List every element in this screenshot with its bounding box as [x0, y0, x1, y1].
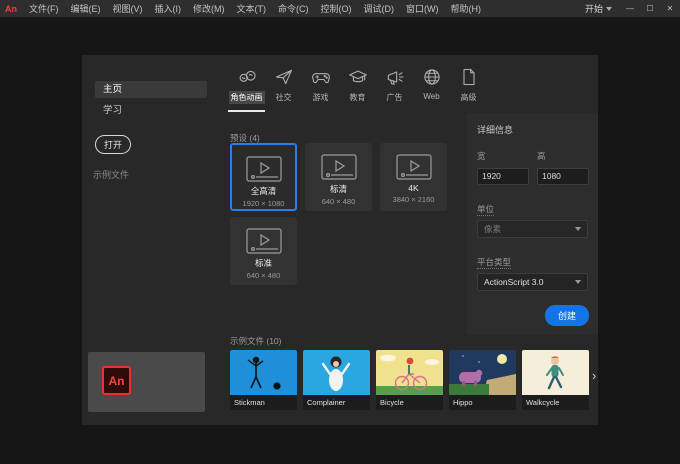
preset-dimensions: 1920 × 1080: [242, 199, 285, 208]
tab-character-animation[interactable]: 角色动画: [228, 63, 265, 112]
chevron-down-icon: [606, 6, 612, 11]
face-glasses-icon: [237, 67, 257, 87]
units-dropdown[interactable]: 像素: [477, 219, 588, 238]
close-button[interactable]: ✕: [660, 0, 680, 17]
preset-card-sd[interactable]: 标清 640 × 480: [305, 143, 372, 211]
units-value: 像素: [484, 223, 502, 234]
chevron-down-icon: [575, 226, 581, 231]
samples-scroll-right-button[interactable]: ›: [592, 368, 596, 383]
preset-dimensions: 640 × 480: [321, 197, 356, 206]
menu-control[interactable]: 控制(O): [315, 2, 358, 15]
tab-advanced[interactable]: 高级: [450, 63, 487, 112]
sample-card-complainer[interactable]: Complainer: [303, 350, 370, 410]
game-controller-icon: [311, 67, 331, 87]
units-label: 单位: [477, 203, 495, 216]
sample-name: Walkcycle: [522, 395, 589, 410]
animate-promo-card[interactable]: An: [88, 352, 205, 412]
create-button[interactable]: 创建: [544, 305, 589, 326]
height-label: 高: [537, 151, 546, 161]
video-preset-icon: [319, 152, 359, 182]
maximize-button[interactable]: ☐: [640, 0, 660, 17]
preset-name: 标清: [329, 184, 347, 194]
width-input[interactable]: [477, 167, 529, 185]
menu-commands[interactable]: 命令(C): [272, 2, 315, 15]
workspace-start-label: 开始: [584, 4, 603, 14]
open-button[interactable]: 打开: [95, 135, 131, 154]
tab-label: 教育: [349, 93, 366, 102]
sample-card-walkcycle[interactable]: Walkcycle: [522, 350, 589, 410]
video-preset-icon: [244, 226, 284, 256]
menu-edit[interactable]: 编辑(E): [65, 2, 107, 15]
titlebar-right: 开始 — ☐ ✕: [577, 0, 680, 17]
sample-name: Complainer: [303, 395, 370, 410]
tab-label: 社交: [275, 93, 292, 102]
sample-files-header: 示例文件 (10): [230, 336, 282, 346]
platform-type-label: 平台类型: [477, 256, 512, 269]
tab-label: 角色动画: [228, 91, 265, 104]
graduation-cap-icon: [348, 67, 368, 87]
sidebar-item-home[interactable]: 主页: [95, 81, 207, 98]
menu-view[interactable]: 视图(V): [107, 2, 149, 15]
platform-type-value: ActionScript 3.0: [484, 276, 544, 287]
sample-name: Bicycle: [376, 395, 443, 410]
preset-name: 标准: [254, 258, 272, 268]
bicycle-thumbnail: [376, 350, 443, 395]
video-preset-icon: [244, 154, 284, 184]
menu-insert[interactable]: 插入(I): [149, 2, 188, 15]
menu-window[interactable]: 窗口(W): [400, 2, 445, 15]
tab-label: 广告: [386, 93, 403, 102]
preset-name: 4K: [408, 183, 419, 193]
stickman-thumbnail: [230, 350, 297, 395]
workspace-start-tab[interactable]: 开始: [577, 2, 620, 15]
sample-card-stickman[interactable]: Stickman: [230, 350, 297, 410]
preset-card-standard[interactable]: 标准 640 × 480: [230, 217, 297, 285]
menubar: An 文件(F) 编辑(E) 视图(V) 插入(I) 修改(M) 文本(T) 命…: [0, 0, 680, 17]
menu-file[interactable]: 文件(F): [23, 2, 65, 15]
document-icon: [459, 67, 479, 87]
height-input[interactable]: [537, 167, 589, 185]
sample-card-hippo[interactable]: Hippo: [449, 350, 516, 410]
sample-name: Hippo: [449, 395, 516, 410]
preset-dimensions: 3840 × 2160: [392, 195, 435, 204]
width-label: 宽: [477, 151, 486, 161]
paper-plane-icon: [274, 67, 294, 87]
animate-logo-icon: An: [102, 366, 131, 395]
minimize-button[interactable]: —: [620, 0, 640, 17]
tab-games[interactable]: 游戏: [302, 63, 339, 112]
preset-card-4k[interactable]: 4K 3840 × 2160: [380, 143, 447, 211]
start-screen-dialog: 主页 学习 打开 示例文件 角色动画 社交 游戏 教育 广告 Web 高级 预设…: [82, 55, 598, 425]
tab-social[interactable]: 社交: [265, 63, 302, 112]
complainer-thumbnail: [303, 350, 370, 395]
menu-debug[interactable]: 调试(D): [358, 2, 401, 15]
animate-window: An 文件(F) 编辑(E) 视图(V) 插入(I) 修改(M) 文本(T) 命…: [0, 0, 680, 464]
menu-text[interactable]: 文本(T): [231, 2, 273, 15]
menu-help[interactable]: 帮助(H): [445, 2, 488, 15]
hippo-thumbnail: [449, 350, 516, 395]
tab-web[interactable]: Web: [413, 63, 450, 112]
tab-label: 游戏: [312, 93, 329, 102]
chevron-down-icon: [575, 279, 581, 284]
tab-label: 高级: [460, 93, 477, 102]
megaphone-icon: [385, 67, 405, 87]
walkcycle-thumbnail: [522, 350, 589, 395]
tab-label: Web: [423, 92, 440, 101]
globe-icon: [422, 67, 442, 87]
platform-type-dropdown[interactable]: ActionScript 3.0: [477, 272, 588, 291]
details-header: 详细信息: [477, 125, 514, 135]
category-tabs: 角色动画 社交 游戏 教育 广告 Web 高级: [228, 63, 487, 112]
sample-name: Stickman: [230, 395, 297, 410]
tab-education[interactable]: 教育: [339, 63, 376, 112]
preset-card-full-hd[interactable]: 全高清 1920 × 1080: [230, 143, 297, 211]
sidebar-item-learn[interactable]: 学习: [95, 102, 207, 119]
preset-name: 全高清: [250, 186, 277, 196]
menu-modify[interactable]: 修改(M): [187, 2, 231, 15]
app-logo-icon: An: [5, 3, 17, 14]
sidebar-recent-label: 示例文件: [93, 170, 130, 180]
sample-card-bicycle[interactable]: Bicycle: [376, 350, 443, 410]
preset-dimensions: 640 × 480: [246, 271, 281, 280]
video-preset-icon: [394, 152, 434, 182]
tab-ads[interactable]: 广告: [376, 63, 413, 112]
details-panel: 详细信息 宽 高 单位 像素 平台类型 ActionScript 3.0: [467, 113, 598, 335]
